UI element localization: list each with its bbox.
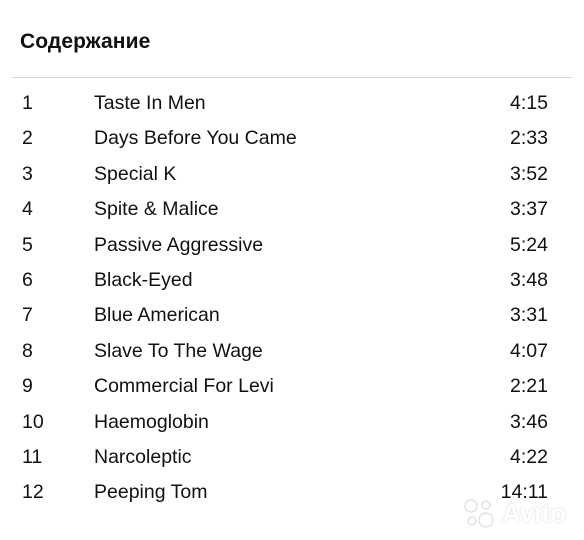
track-number: 9 — [22, 375, 33, 398]
track-row: 2 Days Before You Came 2:33 — [0, 120, 584, 155]
avito-watermark: Avito — [462, 496, 566, 530]
track-number: 10 — [22, 410, 44, 433]
track-row: 3 Special K 3:52 — [0, 156, 584, 191]
track-number: 7 — [22, 304, 33, 327]
track-number: 3 — [22, 162, 33, 185]
track-row: 7 Blue American 3:31 — [0, 297, 584, 332]
track-duration: 4:07 — [510, 339, 548, 362]
avito-watermark-text: Avito — [501, 497, 566, 528]
track-row: 1 Taste In Men 4:15 — [0, 85, 584, 120]
track-row: 5 Passive Aggressive 5:24 — [0, 227, 584, 262]
track-title: Special K — [94, 162, 177, 185]
track-title: Commercial For Levi — [94, 375, 274, 398]
track-duration: 4:22 — [510, 445, 548, 468]
track-number: 5 — [22, 233, 33, 256]
track-title: Slave To The Wage — [94, 339, 263, 362]
track-row: 11 Narcoleptic 4:22 — [0, 439, 584, 474]
track-number: 12 — [22, 481, 44, 504]
page-title: Содержание — [20, 30, 151, 53]
track-number: 6 — [22, 268, 33, 291]
track-title: Black-Eyed — [94, 268, 193, 291]
track-number: 8 — [22, 339, 33, 362]
track-duration: 4:15 — [510, 92, 548, 114]
track-row: 9 Commercial For Levi 2:21 — [0, 368, 584, 403]
track-row: 8 Slave To The Wage 4:07 — [0, 333, 584, 368]
track-title: Haemoglobin — [94, 410, 209, 433]
track-title: Narcoleptic — [94, 445, 192, 468]
track-number: 4 — [22, 198, 33, 221]
track-title: Spite & Malice — [94, 198, 219, 221]
track-title: Passive Aggressive — [94, 233, 264, 256]
track-duration: 3:31 — [510, 304, 548, 327]
track-duration: 2:33 — [510, 127, 548, 150]
track-title: Days Before You Came — [94, 127, 297, 150]
track-row: 4 Spite & Malice 3:37 — [0, 191, 584, 226]
track-list: 1 Taste In Men 4:15 2 Days Before You Ca… — [0, 85, 584, 510]
track-number: 11 — [22, 445, 43, 468]
avito-logo-icon — [462, 496, 496, 530]
track-number: 1 — [22, 92, 33, 114]
track-duration: 3:46 — [510, 410, 548, 433]
track-duration: 3:48 — [510, 268, 548, 291]
track-duration: 5:24 — [510, 233, 548, 256]
track-title: Blue American — [94, 304, 220, 327]
track-duration: 2:21 — [510, 375, 548, 398]
track-title: Taste In Men — [94, 92, 206, 114]
track-number: 2 — [22, 127, 33, 150]
track-duration: 3:37 — [510, 198, 548, 221]
track-row: 6 Black-Eyed 3:48 — [0, 262, 584, 297]
track-row: 10 Haemoglobin 3:46 — [0, 404, 584, 439]
track-duration: 3:52 — [510, 162, 548, 185]
title-divider — [12, 77, 572, 78]
track-title: Peeping Tom — [94, 481, 208, 504]
